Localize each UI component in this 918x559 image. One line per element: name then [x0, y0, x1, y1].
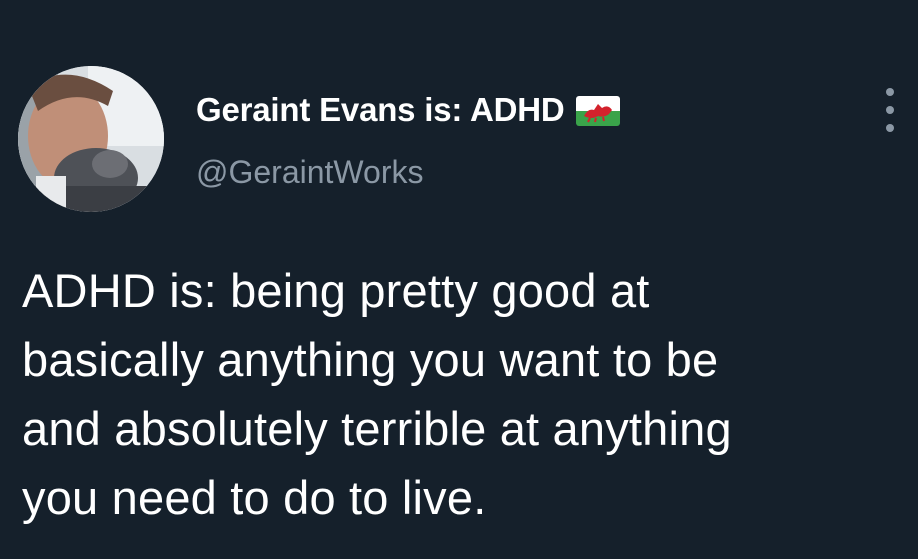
author-handle[interactable]: @GeraintWorks [196, 154, 620, 191]
more-dot [886, 106, 894, 114]
avatar[interactable] [18, 66, 164, 212]
name-row: Geraint Evans is: ADHD [196, 88, 621, 132]
tweet-text-line: basically anything you want to be [22, 333, 719, 386]
tweet-header: Geraint Evans is: ADHD @GeraintWorks [196, 88, 621, 191]
tweet-text-line: ADHD is: being pretty good at [22, 264, 650, 317]
more-dot [886, 88, 894, 96]
avatar-photo [18, 66, 164, 212]
more-options-icon[interactable] [880, 88, 900, 132]
tweet-card: Geraint Evans is: ADHD @GeraintWorks ADH… [0, 0, 918, 559]
author-display-name[interactable]: Geraint Evans is: ADHD [196, 91, 565, 129]
tweet-text-line: and absolutely terrible at anything [22, 402, 732, 455]
tweet-text-line: you need to do to live. [22, 471, 487, 524]
more-dot [886, 124, 894, 132]
tweet-text: ADHD is: being pretty good at basically … [22, 256, 902, 532]
wales-flag-icon [576, 96, 621, 126]
